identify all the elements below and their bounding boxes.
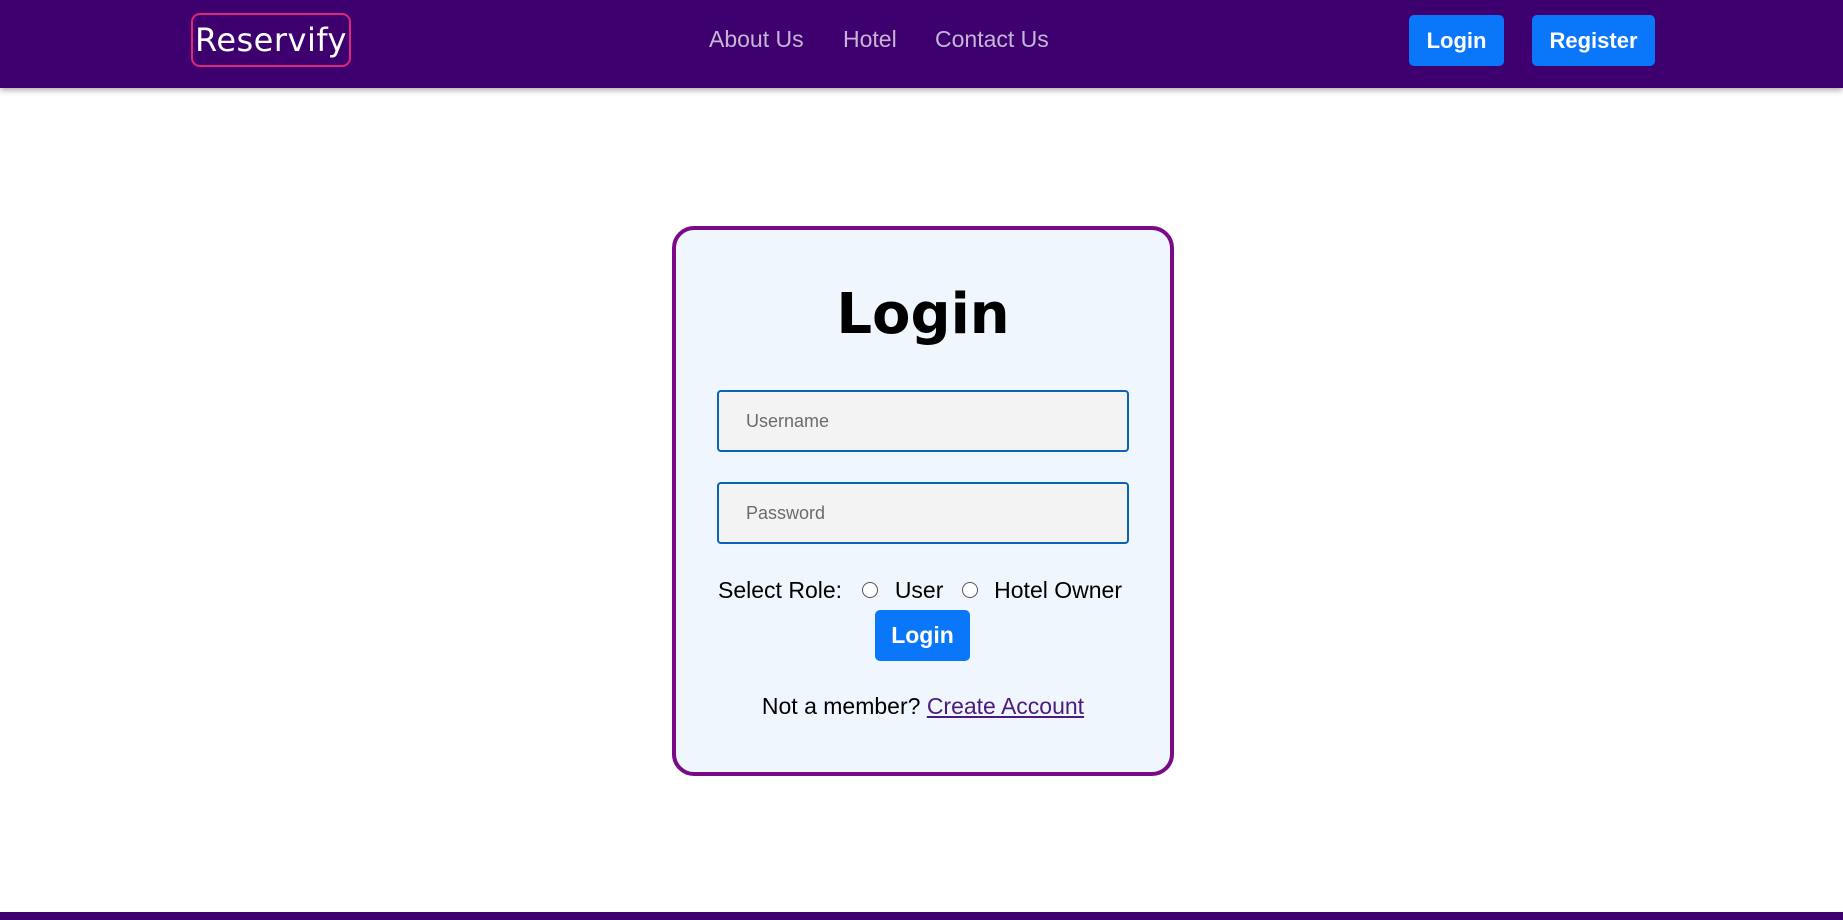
role-user-radio[interactable] [862,581,879,598]
nav-link-hotel[interactable]: Hotel [843,26,897,53]
header-register-button[interactable]: Register [1532,15,1655,66]
signup-prompt-text: Not a member? [761,693,921,719]
role-hotel-owner-label[interactable]: Hotel Owner [994,577,1122,603]
footer-bar [0,912,1843,920]
role-hotel-owner-radio[interactable] [961,581,978,598]
password-input[interactable] [717,482,1129,544]
top-navbar: Reservify About Us Hotel Contact Us Logi… [0,0,1843,88]
login-title: Login [836,282,1010,347]
login-submit-button[interactable]: Login [875,610,970,661]
nav-link-about-us[interactable]: About Us [709,26,804,53]
role-label: Select Role: [718,577,843,603]
header-login-button[interactable]: Login [1409,15,1504,66]
create-account-link[interactable]: Create Account [927,693,1084,719]
nav-link-contact-us[interactable]: Contact Us [935,26,1049,53]
username-input[interactable] [717,390,1129,452]
role-user-label[interactable]: User [895,577,944,603]
role-selector: Select Role: User Hotel Owner [676,570,1170,610]
signup-prompt-row: Not a member? Create Account [676,693,1170,720]
login-card: Login Select Role: User Hotel Owner Logi… [672,226,1174,776]
